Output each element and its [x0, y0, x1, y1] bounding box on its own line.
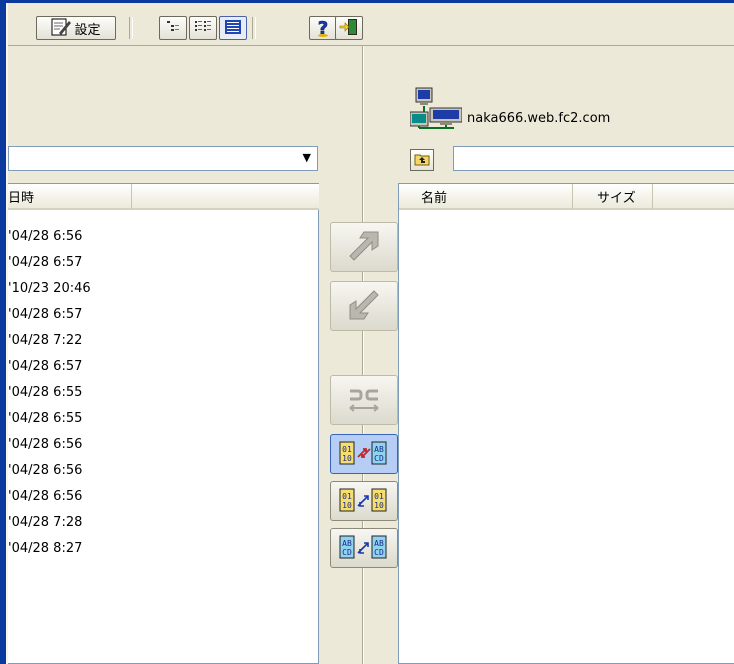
column-header-name[interactable]: 名前 [399, 184, 573, 210]
list-view-icon [194, 19, 212, 38]
column-header-label: 日時 [8, 190, 35, 206]
detail-view-button[interactable] [219, 16, 247, 40]
exit-button[interactable] [335, 16, 363, 40]
svg-text:AB: AB [342, 539, 352, 548]
upload-arrow-icon [344, 226, 384, 269]
column-header-blank[interactable] [132, 184, 319, 210]
edit-icon [51, 18, 72, 39]
binary-ascii-icon: 01 10 AB CD [338, 439, 390, 470]
table-row[interactable]: '04/28 6:57 [8, 250, 82, 276]
column-header-blank[interactable] [653, 184, 734, 210]
download-arrow-icon [344, 285, 384, 328]
chevron-down-icon[interactable]: ▼ [303, 151, 311, 164]
local-path-dropdown[interactable]: ▼ [8, 146, 318, 171]
upload-button[interactable] [330, 222, 398, 272]
ascii-icon: AB CD AB CD [338, 533, 390, 564]
settings-button[interactable]: 設定 [36, 16, 116, 40]
remote-path-input[interactable] [453, 146, 734, 171]
toolbar-separator [252, 17, 256, 39]
detail-view-icon [224, 19, 242, 38]
table-row[interactable]: '10/23 20:46 [8, 276, 91, 302]
binary-icon: 01 10 01 10 [338, 486, 390, 517]
transfer-strip [320, 46, 397, 664]
table-row[interactable]: '04/28 6:56 [8, 432, 82, 458]
toolbar-separator [129, 17, 133, 39]
column-header-label: 名前 [421, 190, 448, 206]
help-button[interactable]: ? [309, 16, 337, 40]
svg-text:10: 10 [342, 501, 352, 510]
tree-view-icon [165, 19, 181, 38]
mirror-button[interactable] [330, 375, 398, 425]
folder-up-icon [414, 152, 430, 169]
svg-text:CD: CD [374, 454, 384, 463]
table-row[interactable]: '04/28 6:57 [8, 302, 82, 328]
parent-folder-button[interactable] [410, 149, 434, 171]
toolbar: 設定 ? [8, 3, 734, 46]
splitter-highlight [363, 46, 364, 664]
svg-text:AB: AB [374, 445, 384, 454]
svg-text:01: 01 [374, 492, 384, 501]
table-row[interactable]: '04/28 7:28 [8, 510, 82, 536]
server-name: naka666.web.fc2.com [467, 111, 611, 126]
server-icon [409, 86, 463, 132]
column-header-date[interactable]: 日時 [8, 184, 132, 210]
svg-text:AB: AB [374, 539, 384, 548]
transfer-mode-binary-button[interactable]: 01 10 01 10 [330, 481, 398, 521]
svg-text:CD: CD [374, 548, 384, 557]
table-row[interactable]: '04/28 6:56 [8, 484, 82, 510]
exit-icon [339, 17, 359, 40]
table-row[interactable]: '04/28 6:56 [8, 224, 82, 250]
svg-text:01: 01 [342, 492, 352, 501]
table-row[interactable]: '04/28 6:56 [8, 458, 82, 484]
table-row[interactable]: '04/28 6:55 [8, 406, 82, 432]
table-row[interactable]: '04/28 8:27 [8, 536, 82, 562]
svg-text:10: 10 [342, 454, 352, 463]
svg-text:CD: CD [342, 548, 352, 557]
mirror-icon [344, 381, 384, 420]
download-button[interactable] [330, 281, 398, 331]
tree-view-button[interactable] [159, 16, 187, 40]
svg-text:10: 10 [374, 501, 384, 510]
transfer-mode-ascii-button[interactable]: AB CD AB CD [330, 528, 398, 568]
column-header-size[interactable]: サイズ [573, 184, 653, 210]
local-file-list[interactable]: 日時 '04/28 6:56 '04/28 6:57 '10/23 20:46 … [8, 183, 319, 664]
transfer-mode-auto-button[interactable]: 01 10 AB CD [330, 434, 398, 474]
list-view-button[interactable] [189, 16, 217, 40]
help-icon: ? [313, 17, 333, 40]
table-row[interactable]: '04/28 7:22 [8, 328, 82, 354]
settings-label: 設定 [74, 22, 101, 38]
column-header-label: サイズ [597, 190, 636, 206]
remote-file-list[interactable]: 名前 サイズ [398, 183, 734, 664]
table-row[interactable]: '04/28 6:55 [8, 380, 82, 406]
table-row[interactable]: '04/28 6:57 [8, 354, 82, 380]
svg-text:01: 01 [342, 445, 352, 454]
